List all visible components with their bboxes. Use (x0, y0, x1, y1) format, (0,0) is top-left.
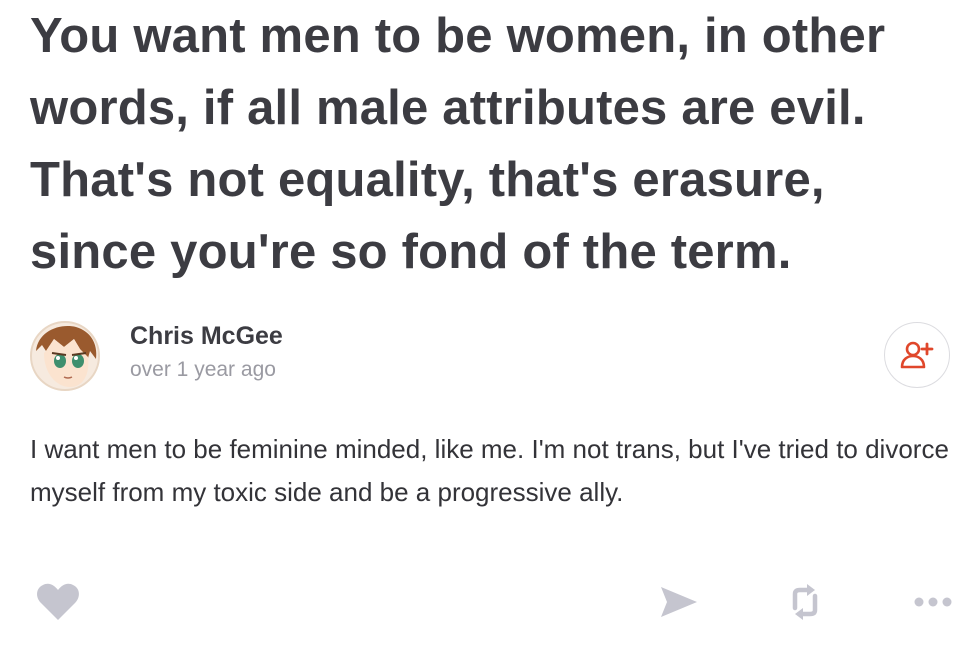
avatar-image (30, 321, 100, 391)
quote-text: You want men to be women, in other words… (30, 9, 886, 279)
reblog-button[interactable] (780, 578, 830, 626)
post-actions (30, 578, 960, 628)
avatar[interactable] (30, 321, 100, 391)
post-timestamp[interactable]: over 1 year ago (130, 358, 276, 382)
heart-icon (37, 583, 79, 620)
send-icon (661, 587, 697, 617)
post-body: I want men to be feminine minded, like m… (30, 434, 949, 507)
author-name[interactable]: Chris McGee (130, 322, 283, 351)
repost-icon (792, 584, 818, 620)
follow-button[interactable] (884, 322, 950, 388)
share-button[interactable] (654, 578, 704, 626)
like-button[interactable] (30, 578, 86, 626)
more-dots-icon (914, 597, 952, 607)
post-header: Chris McGee over 1 year ago (30, 318, 950, 398)
add-user-icon (900, 341, 934, 369)
more-options-button[interactable] (906, 578, 960, 626)
